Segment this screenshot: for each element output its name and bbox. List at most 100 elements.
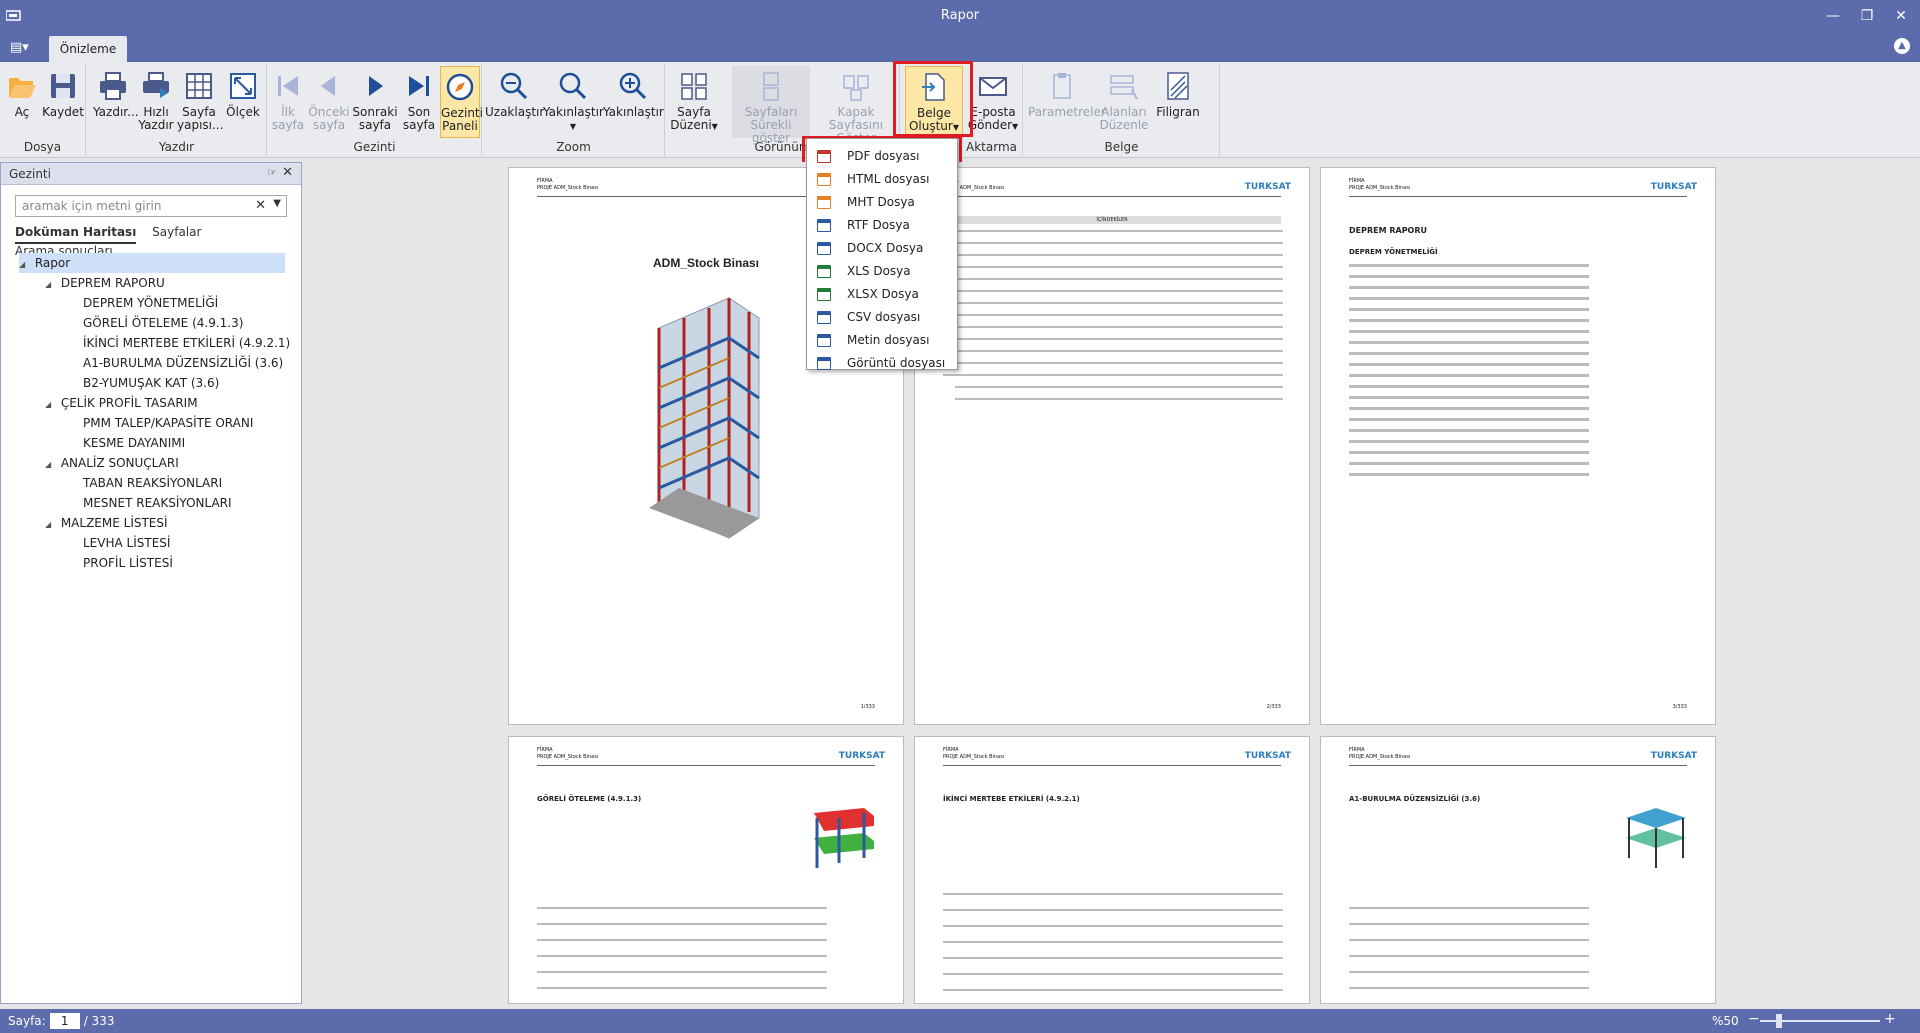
prev-page-button[interactable]: Önceki sayfa xyxy=(308,66,350,138)
group-yazdir: Yazdır... Hızlı Yazdır Sayfa yapısı... Ö… xyxy=(87,64,267,156)
tree-node[interactable]: DEPREM YÖNETMELİĞİ xyxy=(83,293,218,313)
export-menu-item[interactable]: PDF dosyası xyxy=(811,145,955,168)
prev-label-2: sayfa xyxy=(312,118,346,132)
zoom-in-button[interactable]: Yakınlaştır xyxy=(603,66,664,138)
tree-node[interactable]: TABAN REAKSİYONLARI xyxy=(83,473,222,493)
page-thumbnail[interactable]: FİRMA PROJE ADM_Stock Binası TURKSAT DEPR… xyxy=(1320,167,1716,725)
tree-node[interactable]: PROFİL LİSTESİ xyxy=(83,553,173,573)
page-thumbnail[interactable]: FİRMA PROJE ADM_Stock Binası TURKSAT İKİN… xyxy=(914,736,1310,1004)
continuous-button[interactable]: Sayfaları Sürekli göster xyxy=(732,66,810,145)
clear-search-icon[interactable]: ✕ xyxy=(255,198,266,213)
continuous-pages-icon xyxy=(763,72,779,101)
tab-onizleme[interactable]: Önizleme xyxy=(49,36,127,62)
tree-node[interactable]: ◢ DEPREM RAPORU xyxy=(45,273,165,293)
table-row-line xyxy=(1349,286,1589,289)
export-menu-item[interactable]: XLSX Dosya xyxy=(811,283,955,306)
tree-node[interactable]: PMM TALEP/KAPASİTE ORANI xyxy=(83,413,253,433)
window-title: Rapor xyxy=(940,8,980,23)
toc-line xyxy=(955,362,1283,364)
tree-node[interactable]: İKİNCİ MERTEBE ETKİLERİ (4.9.2.1) xyxy=(83,333,290,353)
group-gezinti: İlk sayfa Önceki sayfa Sonraki sayfa Son… xyxy=(268,64,483,156)
document-preview[interactable]: FİRMA PROJE ADM_Stock Binası ADM_Stock Bi… xyxy=(306,162,1920,1004)
page-number: 2/333 xyxy=(1266,704,1281,710)
file-type-icon xyxy=(817,357,831,370)
export-menu-item[interactable]: CSV dosyası xyxy=(811,306,955,329)
save-button[interactable]: Kaydet xyxy=(42,66,84,138)
export-menu-item[interactable]: Metin dosyası xyxy=(811,329,955,352)
search-input[interactable]: aramak için metni girin ✕ ▼ xyxy=(15,195,287,217)
expand-icon[interactable]: ◢ xyxy=(45,275,57,295)
print-button[interactable]: Yazdır... xyxy=(93,66,139,138)
export-menu-item[interactable]: RTF Dosya xyxy=(811,214,955,237)
export-menu-item[interactable]: Görüntü dosyası xyxy=(811,352,955,375)
zoom-minus-icon[interactable]: − xyxy=(1748,1011,1760,1027)
tree-node[interactable]: ◢ ÇELİK PROFİL TASARIM xyxy=(45,393,198,413)
zoom-dropdown-label: Yakınlaştır xyxy=(543,105,604,119)
tree-node[interactable]: B2-YUMUŞAK KAT (3.6) xyxy=(83,373,219,393)
export-menu-item[interactable]: XLS Dosya xyxy=(811,260,955,283)
page-thumbnail[interactable]: FİRMA PROJE ADM_Stock Binası TURKSAT GÖRE… xyxy=(508,736,904,1004)
tab-document-map[interactable]: Doküman Haritası xyxy=(15,225,137,244)
next-page-button[interactable]: Sonraki sayfa xyxy=(352,66,398,138)
edit-fields-button[interactable]: Alanları Düzenle xyxy=(1098,66,1150,138)
zoom-slider-thumb[interactable] xyxy=(1776,1014,1782,1028)
file-menu-icon[interactable]: ▤▾ xyxy=(10,40,29,55)
minimize-icon[interactable]: — xyxy=(1818,4,1848,28)
tree-node[interactable]: GÖRELİ ÖTELEME (4.9.1.3) xyxy=(83,313,243,333)
file-type-icon xyxy=(817,219,831,232)
last-page-button[interactable]: Son sayfa xyxy=(400,66,438,138)
restore-icon[interactable]: ❐ xyxy=(1852,4,1882,28)
tree-node[interactable]: ◢ MALZEME LİSTESİ xyxy=(45,513,168,533)
prev-label-1: Önceki xyxy=(308,105,350,119)
pin-icon[interactable]: ☞ xyxy=(267,166,277,179)
page-thumbnail[interactable]: FİRMAPROJE ADM_Stock Binası TURKSAT İÇİN… xyxy=(914,167,1310,725)
expand-icon[interactable]: ◢ xyxy=(19,255,31,275)
page-setup-button[interactable]: Sayfa yapısı... xyxy=(177,66,223,138)
export-menu-item[interactable]: DOCX Dosya xyxy=(811,237,955,260)
tab-pages[interactable]: Sayfalar xyxy=(152,225,201,242)
expand-icon[interactable]: ◢ xyxy=(45,455,57,475)
header-rule xyxy=(943,765,1281,766)
zoom-plus-icon[interactable]: + xyxy=(1884,1011,1896,1027)
tree-node[interactable]: MESNET REAKSİYONLARI xyxy=(83,493,232,513)
collapse-ribbon-icon[interactable]: ▲ xyxy=(1894,38,1910,54)
tree-node[interactable]: A1-BURULMA DÜZENSİZLİĞİ (3.6) xyxy=(83,353,283,373)
nav-panel-button[interactable]: Gezinti Paneli xyxy=(440,66,483,138)
quick-print-button[interactable]: Hızlı Yazdır xyxy=(137,66,175,138)
export-menu-item[interactable]: MHT Dosya xyxy=(811,191,955,214)
page-layout-button[interactable]: Sayfa Düzeni▼ xyxy=(668,66,720,138)
export-menu-item[interactable]: HTML dosyası xyxy=(811,168,955,191)
close-icon[interactable]: ✕ xyxy=(1886,4,1916,28)
cover-page-button[interactable]: Kapak Sayfasını Göster xyxy=(814,66,898,145)
zoom-out-label: Uzaklaştır xyxy=(485,105,545,119)
watermark-button[interactable]: Filigran xyxy=(1152,66,1204,138)
group-dosya: Aç Kaydet Dosya xyxy=(0,64,86,156)
tree-node-label: TABAN REAKSİYONLARI xyxy=(83,476,223,490)
zoom-dropdown-button[interactable]: Yakınlaştır ▼ xyxy=(543,66,604,138)
close-panel-icon[interactable]: ✕ xyxy=(282,165,293,180)
tree-node[interactable]: LEVHA LİSTESİ xyxy=(83,533,170,553)
tree-node[interactable]: KESME DAYANIMI xyxy=(83,433,185,453)
page-number-input[interactable]: 1 xyxy=(49,1013,80,1029)
page-number: 3/333 xyxy=(1672,704,1687,710)
page-thumbnail[interactable]: FİRMA PROJE ADM_Stock Binası TURKSAT A1-B… xyxy=(1320,736,1716,1004)
first-page-button[interactable]: İlk sayfa xyxy=(270,66,306,138)
email-send-button[interactable]: E-posta Gönder▼ xyxy=(965,66,1021,138)
prev-page-icon xyxy=(321,76,335,96)
table-row-line xyxy=(1349,363,1589,366)
cover-label-1: Kapak Sayfasını xyxy=(828,105,884,132)
zoom-out-button[interactable]: Uzaklaştır xyxy=(485,66,545,138)
tree-node[interactable]: ◢ ANALİZ SONUÇLARI xyxy=(45,453,179,473)
parameters-button[interactable]: Parametreler xyxy=(1028,66,1106,138)
tree-node[interactable]: ◢ Rapor xyxy=(19,253,285,273)
scale-button[interactable]: Ölçek xyxy=(223,66,263,138)
table-row-line xyxy=(537,939,827,941)
search-dropdown-icon[interactable]: ▼ xyxy=(273,198,281,209)
file-type-icon xyxy=(817,334,831,347)
tree-node-label: DEPREM RAPORU xyxy=(60,276,165,290)
open-button[interactable]: Aç xyxy=(4,66,40,138)
expand-icon[interactable]: ◢ xyxy=(45,395,57,415)
toc-line xyxy=(955,254,1283,256)
expand-icon[interactable]: ◢ xyxy=(45,515,57,535)
table-row-line xyxy=(1349,462,1589,465)
